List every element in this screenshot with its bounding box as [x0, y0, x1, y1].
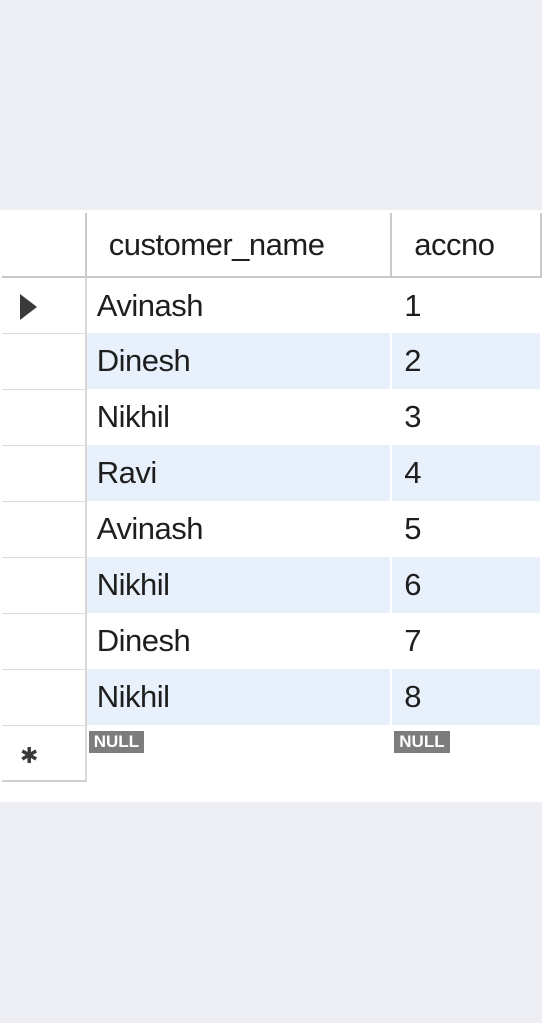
row-indicator[interactable] — [2, 333, 87, 390]
row-indicator[interactable] — [2, 501, 87, 558]
row-indicator[interactable] — [2, 669, 87, 726]
table-row[interactable]: Dinesh 7 — [2, 613, 542, 670]
customer-name-cell[interactable]: Avinash — [85, 277, 393, 333]
row-pointer-arrow-icon — [20, 294, 37, 321]
row-indicator[interactable] — [2, 389, 87, 446]
table-row[interactable]: Avinash 1 — [2, 277, 542, 334]
customer-name-cell[interactable]: Dinesh — [85, 333, 393, 389]
row-indicator-header[interactable] — [2, 213, 87, 278]
new-row-asterisk-icon: ✱ — [20, 742, 38, 768]
table-row[interactable]: Ravi 4 — [2, 445, 542, 502]
null-badge: NULL — [394, 731, 450, 753]
accno-cell[interactable]: 7 — [391, 613, 542, 669]
row-indicator[interactable] — [2, 277, 87, 334]
row-indicator[interactable] — [2, 445, 87, 502]
customer-name-cell[interactable]: Nikhil — [85, 389, 393, 445]
row-indicator[interactable] — [2, 557, 87, 614]
row-indicator[interactable] — [2, 613, 87, 670]
null-badge: NULL — [88, 731, 145, 753]
customer-name-cell[interactable]: Ravi — [85, 445, 393, 501]
result-grid: customer_name accno Avinash 1 Dinesh 2 N… — [2, 213, 542, 782]
table-row[interactable]: Avinash 5 — [2, 501, 542, 558]
table-row[interactable]: Nikhil 3 — [2, 389, 542, 446]
column-header-customer-name[interactable]: customer_name — [85, 213, 393, 278]
row-indicator[interactable]: ✱ — [2, 725, 87, 782]
result-grid-panel: customer_name accno Avinash 1 Dinesh 2 N… — [0, 210, 542, 802]
table-row[interactable]: Nikhil 8 — [2, 669, 542, 726]
customer-name-new-cell[interactable]: NULL — [85, 725, 393, 781]
accno-cell[interactable]: 2 — [391, 333, 542, 389]
accno-new-cell[interactable]: NULL — [391, 725, 542, 781]
customer-name-cell[interactable]: Dinesh — [85, 613, 393, 669]
table-row[interactable]: Dinesh 2 — [2, 333, 542, 390]
accno-cell[interactable]: 3 — [391, 389, 542, 445]
customer-name-cell[interactable]: Nikhil — [85, 557, 393, 613]
customer-name-cell[interactable]: Nikhil — [85, 669, 393, 725]
column-header-accno[interactable]: accno — [391, 213, 542, 278]
accno-cell[interactable]: 8 — [391, 669, 542, 725]
new-row[interactable]: ✱ NULL NULL — [2, 725, 542, 782]
table-row[interactable]: Nikhil 6 — [2, 557, 542, 614]
header-row: customer_name accno — [2, 213, 542, 278]
accno-cell[interactable]: 4 — [391, 445, 542, 501]
accno-cell[interactable]: 5 — [391, 501, 542, 557]
accno-cell[interactable]: 1 — [391, 277, 542, 333]
accno-cell[interactable]: 6 — [391, 557, 542, 613]
customer-name-cell[interactable]: Avinash — [85, 501, 393, 557]
